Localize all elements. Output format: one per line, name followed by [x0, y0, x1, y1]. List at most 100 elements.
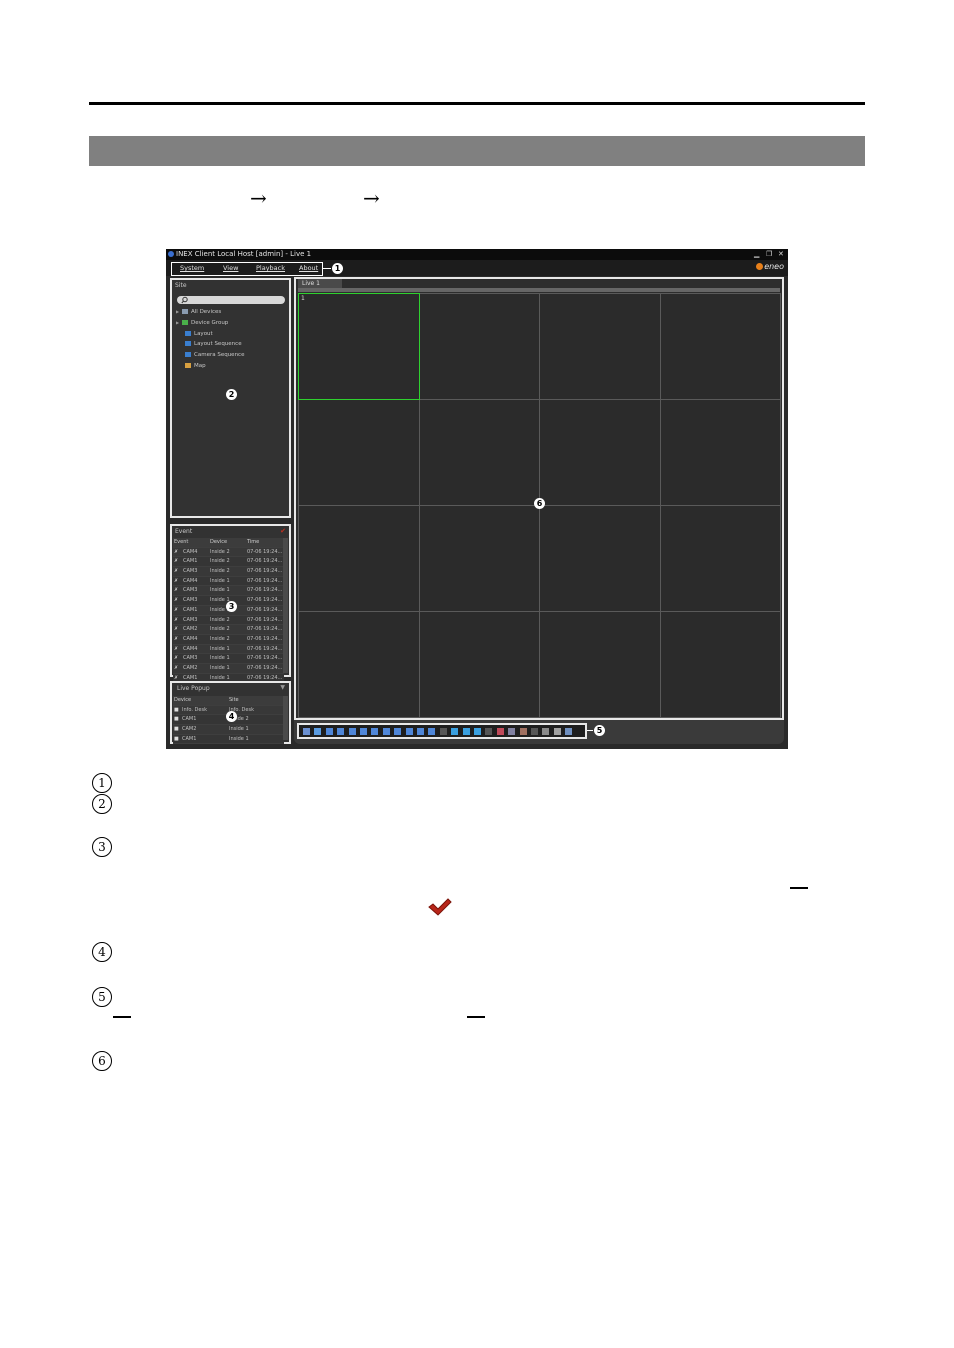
layout-button[interactable]: [474, 728, 481, 735]
layout-button[interactable]: [462, 728, 470, 735]
layout-button[interactable]: [371, 728, 379, 735]
layout-button[interactable]: [439, 728, 447, 735]
cell-device: Inside 1: [210, 655, 230, 662]
live-popup-scrollbar[interactable]: [283, 696, 288, 740]
underline-mark: [790, 887, 808, 889]
live-popup-title: Live Popup: [177, 685, 210, 692]
cell-time: 07-06 19:24...: [247, 655, 283, 662]
camera-cell[interactable]: [418, 611, 540, 718]
tree-item[interactable]: Layout: [176, 330, 213, 337]
path-arrow: →: [250, 186, 267, 210]
col-device[interactable]: Device: [174, 696, 191, 705]
table-row[interactable]: ■ CAM1 Inside 1: [173, 734, 284, 745]
tab-live-1[interactable]: Live 1: [298, 279, 342, 288]
app-icon: [168, 251, 174, 257]
layout-button[interactable]: [531, 728, 538, 735]
col-site[interactable]: Site: [229, 696, 239, 705]
layout-button[interactable]: [519, 728, 527, 735]
layout-button[interactable]: [542, 728, 550, 735]
layout-button[interactable]: [394, 728, 402, 735]
col-device[interactable]: Device: [210, 538, 227, 547]
cell-event: CAM1: [183, 606, 198, 613]
table-row[interactable]: ■ CAM2 Inside 1: [173, 725, 284, 735]
camera-sequence-icon: [185, 352, 191, 358]
table-row[interactable]: ✗ CAM2 Inside 2 07-06 19:24...: [173, 625, 284, 635]
camera-cell[interactable]: [418, 399, 540, 506]
layout-button[interactable]: [325, 728, 333, 735]
camera-cell[interactable]: [659, 399, 781, 506]
table-row[interactable]: ✗ CAM3 Inside 2 07-06 19:24...: [173, 567, 284, 577]
layout-button[interactable]: [565, 728, 573, 735]
layout-button[interactable]: [405, 728, 413, 735]
tree-item[interactable]: ▶ All Devices: [176, 309, 221, 315]
close-button[interactable]: ✕: [778, 249, 784, 260]
tree-item-label: Camera Sequence: [194, 352, 245, 359]
cell-event: CAM3: [183, 616, 198, 623]
layout-button[interactable]: [314, 728, 322, 735]
event-check-icon[interactable]: ✔: [280, 527, 286, 535]
camera-cell[interactable]: [539, 611, 661, 718]
camera-cell[interactable]: [298, 505, 420, 612]
window-title: INEX Client Local Host [admin] - Live 1: [176, 250, 312, 258]
table-row[interactable]: ✗ CAM1 Inside 2 07-06 19:24...: [173, 557, 284, 568]
site-panel: Site ▶ All Devices ▶ Device Group Layout Layo…: [170, 278, 291, 518]
callout-leader: [323, 268, 331, 269]
table-row[interactable]: ✗ CAM3 Inside 1 07-06 19:24...: [173, 654, 284, 664]
callout-4: 4: [226, 711, 237, 722]
camera-cell[interactable]: [539, 505, 661, 612]
layout-button[interactable]: [428, 728, 436, 735]
camera-cell[interactable]: [659, 293, 781, 400]
layout-button[interactable]: [485, 728, 493, 735]
cell-time: 07-06 19:24...: [247, 635, 283, 642]
layout-button[interactable]: [348, 728, 356, 735]
layout-button[interactable]: [553, 728, 561, 735]
layout-button[interactable]: [417, 728, 424, 735]
camera-cell[interactable]: [539, 293, 661, 400]
tree-item[interactable]: Layout Sequence: [176, 341, 242, 347]
col-event[interactable]: Event: [174, 538, 188, 547]
search-icon: [181, 296, 188, 304]
menu-highlight-frame: [171, 262, 323, 276]
callout-2: 2: [226, 389, 237, 400]
event-icon: ✗: [174, 626, 179, 633]
chevron-down-icon[interactable]: ▼: [280, 684, 285, 691]
tree-item[interactable]: ▶ Device Group: [176, 319, 228, 326]
table-row[interactable]: ✗ CAM4 Inside 1 07-06 19:24...: [173, 644, 284, 655]
cell-device: Inside 2: [210, 635, 230, 642]
table-row[interactable]: ✗ CAM3 Inside 1 07-06 19:24...: [173, 586, 284, 597]
restore-button[interactable]: ❐: [766, 249, 772, 260]
layout-button[interactable]: [360, 728, 367, 735]
table-row[interactable]: ✗ CAM2 Inside 1 07-06 19:24...: [173, 663, 284, 674]
table-row[interactable]: ✗ CAM4 Inside 1 07-06 19:24...: [173, 576, 284, 587]
layout-button[interactable]: [337, 728, 345, 735]
event-icon: ✗: [174, 655, 179, 662]
table-row[interactable]: ✗ CAM3 Inside 2 07-06 19:24...: [173, 615, 284, 626]
event-scrollbar[interactable]: [283, 538, 288, 673]
camera-cell[interactable]: [418, 293, 540, 400]
table-row[interactable]: ✗ CAM4 Inside 2 07-06 19:24...: [173, 547, 284, 558]
col-time[interactable]: Time: [247, 538, 259, 547]
layout-button[interactable]: [496, 728, 504, 735]
cell-event: CAM3: [183, 655, 198, 662]
callout-leader: [587, 730, 593, 731]
tree-item[interactable]: Camera Sequence: [176, 352, 244, 358]
layout-button[interactable]: [508, 728, 516, 735]
table-row[interactable]: ✗ CAM4 Inside 2 07-06 19:24...: [173, 634, 284, 645]
camera-cell[interactable]: [298, 611, 420, 718]
site-search-input[interactable]: [177, 296, 285, 304]
list-marker-1: 1: [92, 773, 112, 793]
layout-button[interactable]: [303, 728, 310, 735]
tree-item[interactable]: Map: [176, 363, 206, 369]
camera-cell[interactable]: 1: [298, 293, 420, 400]
layout-button[interactable]: [382, 728, 390, 735]
camera-cell[interactable]: [539, 399, 661, 506]
camera-cell[interactable]: [418, 505, 540, 612]
camera-icon: ■: [174, 716, 179, 723]
camera-cell[interactable]: [659, 505, 781, 612]
minimize-button[interactable]: ▁: [754, 249, 759, 260]
camera-cell[interactable]: [659, 611, 781, 718]
camera-cell[interactable]: [298, 399, 420, 506]
event-panel: Event ✔ Event Device Time ✗ CAM4 Inside 2 0…: [170, 524, 291, 684]
event-icon: ✗: [174, 568, 179, 575]
layout-button[interactable]: [451, 728, 459, 735]
